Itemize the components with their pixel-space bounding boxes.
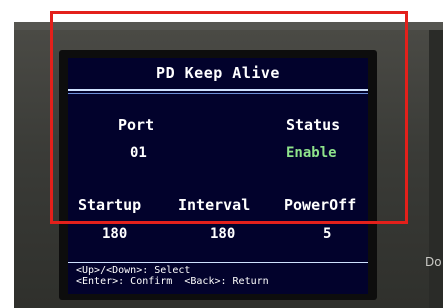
footer-hint-select: <Up>/<Down>: Select: [76, 265, 191, 276]
highlight-box: [50, 11, 408, 224]
footer-divider: [68, 262, 368, 263]
interval-value[interactable]: 180: [210, 226, 235, 242]
device-side-label: Do: [425, 255, 442, 269]
footer-hint-confirm-return: <Enter>: Confirm <Back>: Return: [76, 276, 269, 287]
footer-hints: <Up>/<Down>: Select <Enter>: Confirm <Ba…: [76, 265, 269, 287]
poweroff-value[interactable]: 5: [323, 226, 331, 242]
startup-value[interactable]: 180: [102, 226, 127, 242]
